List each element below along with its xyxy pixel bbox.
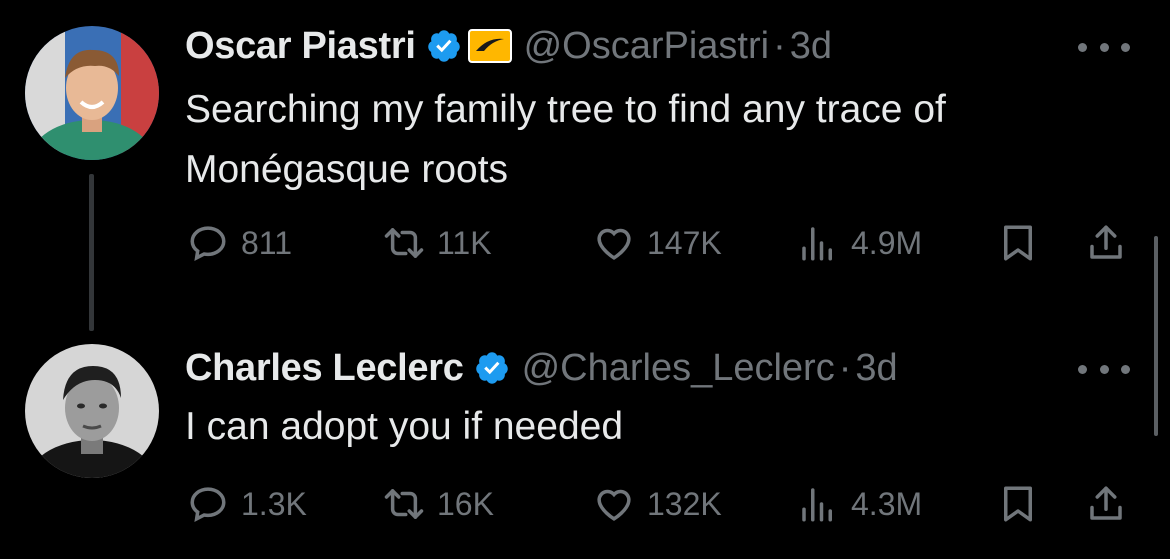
views-button[interactable]: 4.9M <box>797 213 922 273</box>
bookmark-icon <box>1004 225 1032 261</box>
tweet-text-line: Monégasque roots <box>185 148 509 191</box>
reply-count: 811 <box>241 224 293 261</box>
reply-button[interactable]: 1.3K <box>187 474 307 534</box>
tweet-header: Charles Leclerc @Charles_Leclerc · 3d <box>185 343 898 393</box>
tweet-actions: 1.3K 16K 132K 4.3M <box>185 474 1140 534</box>
mclaren-badge-icon <box>467 29 512 63</box>
author-name[interactable]: Oscar Piastri <box>185 25 416 68</box>
timestamp[interactable]: 3d <box>790 25 832 68</box>
views-icon <box>802 227 832 261</box>
share-icon <box>1090 486 1122 520</box>
like-icon <box>597 228 631 260</box>
tweet-header: Oscar Piastri @OscarPiastri · 3d <box>185 21 832 71</box>
retweet-button[interactable]: 11K <box>383 213 492 273</box>
like-icon <box>597 489 631 521</box>
like-count: 132K <box>647 485 722 522</box>
bookmark-icon <box>1004 486 1032 522</box>
bookmark-button[interactable] <box>997 213 1039 273</box>
retweet-count: 11K <box>437 224 492 261</box>
separator-dot: · <box>838 346 852 389</box>
author-handle[interactable]: @Charles_Leclerc <box>522 347 835 390</box>
avatar[interactable] <box>25 26 159 160</box>
bookmark-button[interactable] <box>997 474 1039 534</box>
tweet-text-line: I can adopt you if needed <box>185 405 624 448</box>
tweet-actions: 811 11K 147K 4.9M <box>185 213 1140 273</box>
like-button[interactable]: 132K <box>593 474 722 534</box>
reply-icon <box>190 226 226 262</box>
views-count: 4.9M <box>851 224 923 261</box>
share-button[interactable] <box>1085 474 1127 534</box>
more-icon[interactable] <box>1078 361 1130 377</box>
thread-line <box>89 174 94 331</box>
retweet-icon <box>384 228 424 258</box>
retweet-count: 16K <box>437 485 494 522</box>
verified-icon <box>427 30 460 62</box>
author-name[interactable]: Charles Leclerc <box>185 347 464 390</box>
share-icon <box>1090 225 1122 259</box>
tweet-text: Searching my family tree to find any tra… <box>185 80 1105 200</box>
reply-icon <box>190 487 226 523</box>
views-count: 4.3M <box>851 485 923 522</box>
tweet-oscar[interactable]: Oscar Piastri @OscarPiastri · 3d Searchi… <box>0 0 1170 331</box>
retweet-icon <box>384 489 424 519</box>
author-handle[interactable]: @OscarPiastri <box>524 25 770 68</box>
views-button[interactable]: 4.3M <box>797 474 922 534</box>
reply-button[interactable]: 811 <box>187 213 292 273</box>
retweet-button[interactable]: 16K <box>383 474 494 534</box>
tweet-text-line: Searching my family tree to find any tra… <box>185 88 946 131</box>
reply-count: 1.3K <box>241 485 307 522</box>
like-count: 147K <box>647 224 722 261</box>
tweet-text: I can adopt you if needed <box>185 397 1105 457</box>
more-icon[interactable] <box>1078 39 1130 55</box>
avatar[interactable] <box>25 344 159 478</box>
views-icon <box>802 488 832 522</box>
separator-dot: · <box>773 24 786 67</box>
verified-icon <box>475 352 508 384</box>
scrollbar[interactable] <box>1154 236 1158 436</box>
timestamp[interactable]: 3d <box>855 347 897 390</box>
like-button[interactable]: 147K <box>593 213 722 273</box>
share-button[interactable] <box>1085 213 1127 273</box>
